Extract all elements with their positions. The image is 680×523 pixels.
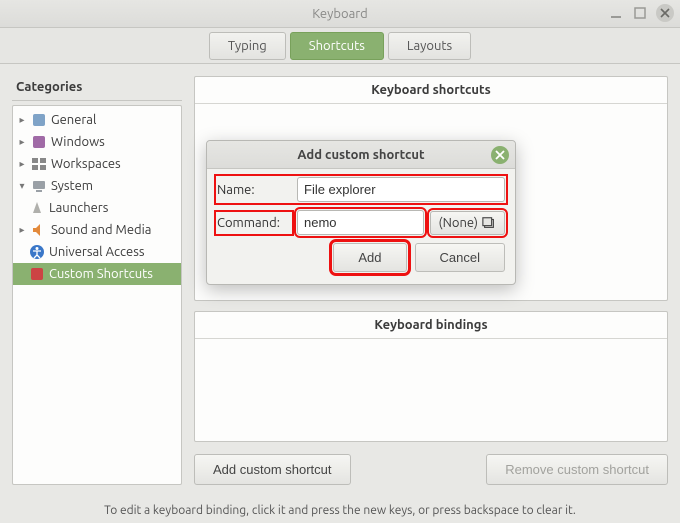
sidebar-item-system[interactable]: ▾ System bbox=[13, 175, 181, 197]
close-icon bbox=[660, 8, 670, 18]
chevron-down-icon: ▾ bbox=[17, 180, 27, 192]
tab-layouts[interactable]: Layouts bbox=[388, 32, 471, 60]
system-icon bbox=[31, 178, 47, 194]
dialog-titlebar: Add custom shortcut bbox=[207, 141, 515, 169]
categories-sidebar: Categories ▸ General ▸ Windows ▸ bbox=[12, 76, 182, 485]
command-picker-label: (None) bbox=[439, 216, 478, 230]
window-titlebar: Keyboard bbox=[0, 0, 680, 28]
dialog-actions: Add Cancel bbox=[217, 243, 505, 272]
tab-typing[interactable]: Typing bbox=[209, 32, 286, 60]
sound-icon bbox=[31, 222, 47, 238]
footer-hint-text: To edit a keyboard binding, click it and… bbox=[104, 504, 576, 517]
name-row: Name: bbox=[217, 177, 505, 202]
sidebar-item-general[interactable]: ▸ General bbox=[13, 109, 181, 131]
bottom-actions: Add custom shortcut Remove custom shortc… bbox=[194, 454, 668, 485]
add-custom-shortcut-button[interactable]: Add custom shortcut bbox=[194, 454, 351, 485]
close-icon bbox=[495, 150, 505, 160]
sidebar-item-custom-shortcuts[interactable]: Custom Shortcuts bbox=[13, 263, 181, 285]
chevron-right-icon: ▸ bbox=[17, 158, 27, 170]
categories-tree[interactable]: ▸ General ▸ Windows ▸ Workspaces bbox=[12, 105, 182, 485]
sidebar-item-windows[interactable]: ▸ Windows bbox=[13, 131, 181, 153]
sidebar-item-launchers[interactable]: Launchers bbox=[13, 197, 181, 219]
folder-open-icon bbox=[482, 216, 496, 230]
footer-hint: To edit a keyboard binding, click it and… bbox=[0, 497, 680, 523]
sidebar-item-label: Workspaces bbox=[51, 157, 121, 171]
sidebar-item-workspaces[interactable]: ▸ Workspaces bbox=[13, 153, 181, 175]
command-row: Command: (None) bbox=[217, 210, 505, 235]
name-input[interactable] bbox=[297, 177, 505, 202]
window-title: Keyboard bbox=[312, 7, 368, 21]
dialog-cancel-button[interactable]: Cancel bbox=[415, 243, 505, 272]
remove-custom-shortcut-button: Remove custom shortcut bbox=[486, 454, 668, 485]
keyboard-bindings-title: Keyboard bindings bbox=[195, 312, 667, 339]
keyboard-shortcuts-title: Keyboard shortcuts bbox=[195, 77, 667, 104]
sidebar-item-label: System bbox=[51, 179, 93, 193]
chevron-right-icon: ▸ bbox=[17, 136, 27, 148]
sidebar-item-sound-media[interactable]: ▸ Sound and Media bbox=[13, 219, 181, 241]
spacer bbox=[361, 454, 477, 485]
minimize-icon bbox=[610, 7, 622, 19]
close-button[interactable] bbox=[656, 4, 674, 22]
dialog-add-button[interactable]: Add bbox=[333, 243, 406, 272]
keyboard-bindings-box: Keyboard bindings bbox=[194, 311, 668, 442]
maximize-icon bbox=[634, 7, 646, 19]
sidebar-item-label: Custom Shortcuts bbox=[49, 267, 153, 281]
windows-icon bbox=[31, 134, 47, 150]
maximize-button[interactable] bbox=[632, 5, 648, 21]
sidebar-item-universal-access[interactable]: Universal Access bbox=[13, 241, 181, 263]
chevron-right-icon: ▸ bbox=[17, 224, 27, 236]
dialog-title: Add custom shortcut bbox=[297, 148, 424, 162]
command-label: Command: bbox=[217, 213, 291, 233]
tab-bar: Typing Shortcuts Layouts bbox=[0, 28, 680, 64]
accessibility-icon bbox=[29, 244, 45, 260]
workspaces-icon bbox=[31, 156, 47, 172]
tab-shortcuts[interactable]: Shortcuts bbox=[290, 32, 384, 60]
dialog-close-button[interactable] bbox=[491, 146, 509, 164]
sidebar-item-label: Universal Access bbox=[49, 245, 144, 259]
sidebar-item-label: General bbox=[51, 113, 96, 127]
command-picker-button[interactable]: (None) bbox=[430, 211, 505, 235]
minimize-button[interactable] bbox=[608, 5, 624, 21]
command-input[interactable] bbox=[297, 210, 424, 235]
sidebar-item-label: Launchers bbox=[49, 201, 108, 215]
dialog-body: Name: Command: (None) Add Cancel bbox=[207, 169, 515, 284]
general-icon bbox=[31, 112, 47, 128]
custom-shortcuts-icon bbox=[29, 266, 45, 282]
window-controls bbox=[608, 4, 674, 22]
categories-title: Categories bbox=[12, 76, 182, 101]
name-label: Name: bbox=[217, 183, 291, 197]
chevron-right-icon: ▸ bbox=[17, 114, 27, 126]
sidebar-item-label: Sound and Media bbox=[51, 223, 151, 237]
sidebar-item-label: Windows bbox=[51, 135, 105, 149]
launchers-icon bbox=[29, 200, 45, 216]
add-shortcut-dialog: Add custom shortcut Name: Command: (None… bbox=[206, 140, 516, 285]
